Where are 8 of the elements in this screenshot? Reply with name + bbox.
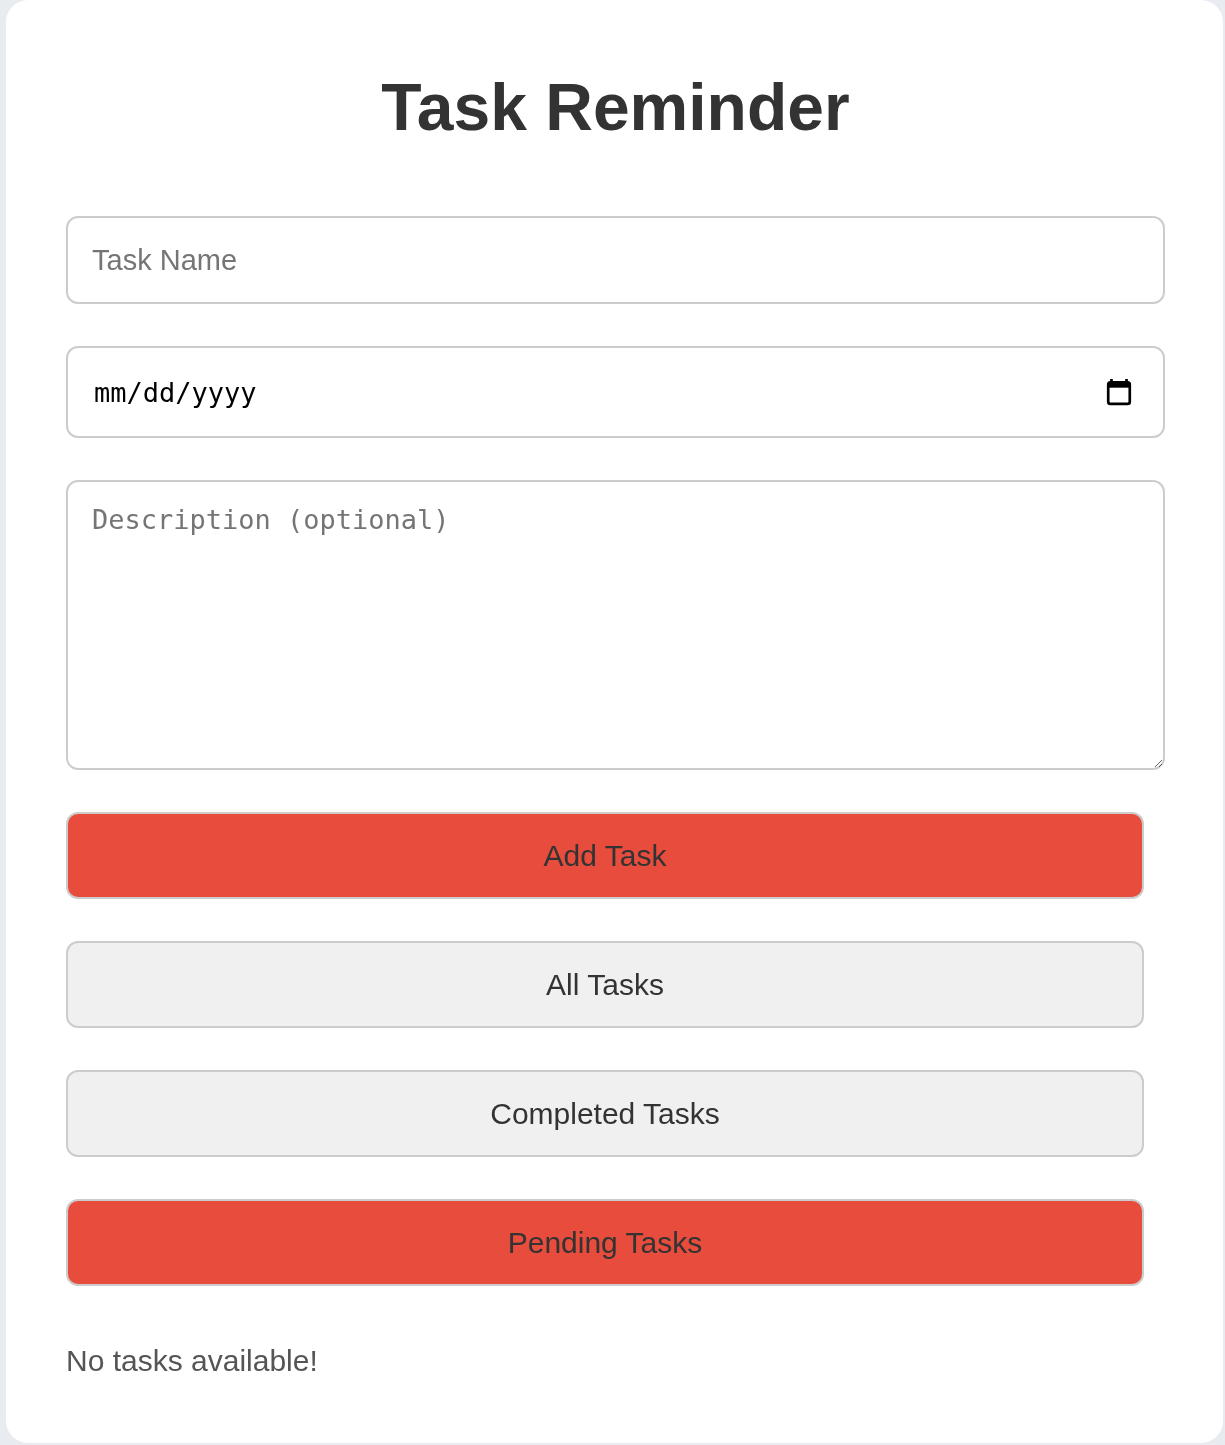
filter-button[interactable]: All Tasks: [66, 941, 1144, 1028]
empty-message: No tasks available!: [66, 1344, 319, 1378]
description-field[interactable]: Description (optional): [66, 480, 1165, 770]
page-title: Task Reminder: [380, 69, 851, 146]
filter-button[interactable]: Completed Tasks: [66, 1070, 1144, 1157]
calendar-icon[interactable]: [1106, 378, 1132, 406]
task-name-field[interactable]: Task Name: [66, 216, 1165, 304]
date-field[interactable]: mm/dd/yyyy: [66, 346, 1165, 438]
